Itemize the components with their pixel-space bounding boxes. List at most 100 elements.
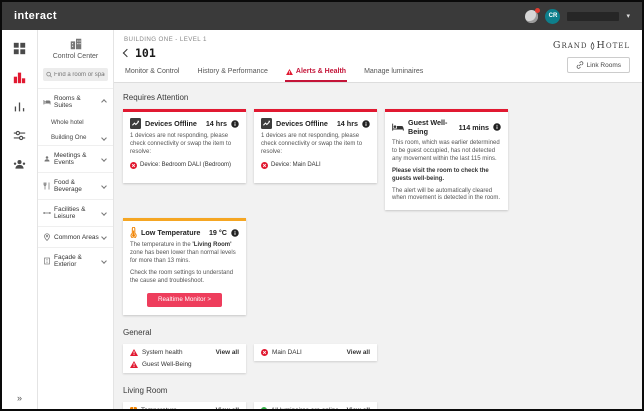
warning-icon: [130, 349, 138, 356]
info-icon[interactable]: [231, 120, 239, 128]
tab-manage-luminaires[interactable]: Manage luminaires: [363, 60, 424, 82]
view-all-link[interactable]: View all: [347, 349, 370, 356]
tab-history-performance[interactable]: History & Performance: [196, 60, 268, 82]
error-icon: [261, 162, 268, 169]
alert-cards-row: Devices Offline 14 hrs 1 devices are not…: [123, 109, 633, 210]
sidebar-item-whole-hotel[interactable]: Whole hotel: [38, 115, 113, 130]
summary-row-label: Guest Well-Being: [142, 361, 192, 368]
alert-card-title: Devices Offline: [145, 119, 202, 128]
view-all-link[interactable]: View all: [216, 407, 239, 409]
temperature-alert-icon: [130, 407, 137, 409]
sidebar-title: Control Center: [42, 53, 109, 60]
notifications-icon[interactable]: [525, 10, 538, 23]
alert-card-guest-wellbeing: Guest Well-Being 114 mins This room, whi…: [385, 109, 508, 210]
hotel-logo-ornament-icon: [589, 41, 596, 51]
alert-body: Check the room settings to understand th…: [130, 270, 239, 286]
summary-row-temperature: Temperature: [130, 407, 177, 409]
error-icon: [130, 162, 137, 169]
control-center-icon[interactable]: [12, 69, 28, 85]
topbar: interact CR ▾: [2, 2, 642, 30]
alert-body-zone: 'Living Room': [192, 242, 231, 248]
sidebar-header: Control Center: [38, 30, 113, 65]
device-label: Device: Main DALI: [271, 162, 321, 168]
tab-alerts-health[interactable]: Alerts & Health: [285, 60, 347, 82]
tab-monitor-control[interactable]: Monitor & Control: [124, 60, 180, 82]
reports-chart-icon[interactable]: [12, 98, 28, 114]
topbar-user-area: CR ▾: [525, 9, 630, 24]
alert-body-emphasis: Please visit the room to check the guest…: [392, 168, 501, 184]
sidebar-item-meetings-events[interactable]: Meetings & Events: [38, 145, 113, 172]
alert-body: The alert will be automatically cleared …: [392, 188, 501, 204]
device-row: Device: Main DALI: [261, 162, 370, 169]
summary-row-guest-wellbeing: Guest Well-Being: [130, 361, 192, 368]
app-window: interact CR ▾: [0, 0, 644, 411]
chevron-down-icon: [101, 258, 107, 264]
device-label: Device: Bedroom DALI (Bedroom): [140, 162, 231, 168]
summary-row-luminaires-online: All luminaires are online: [261, 407, 339, 409]
dumbbell-icon: [43, 209, 51, 217]
section-title: Living Room: [123, 386, 633, 395]
sidebar-item-common-areas[interactable]: Common Areas: [38, 226, 113, 247]
devices-offline-icon: [130, 118, 141, 129]
devices-offline-icon: [261, 118, 272, 129]
settings-sliders-icon[interactable]: [12, 127, 28, 143]
view-all-link[interactable]: View all: [216, 349, 239, 368]
summary-card-main-dali: Main DALI View all: [254, 344, 377, 361]
summary-card-general-health: System health Guest Well-Being View all: [123, 344, 246, 373]
info-icon[interactable]: [231, 229, 239, 237]
sidebar-item-facilities-leisure[interactable]: Facilities & Leisure: [38, 199, 113, 226]
search-box[interactable]: [43, 68, 108, 81]
users-icon[interactable]: [12, 156, 28, 172]
alert-body: The temperature in the 'Living Room' zon…: [130, 242, 239, 266]
warning-icon: [286, 69, 293, 75]
sidebar-item-facade-exterior[interactable]: Façade & Exterior: [38, 247, 113, 274]
summary-row-label: System health: [142, 349, 183, 356]
realtime-monitor-button[interactable]: Realtime Monitor >: [147, 293, 222, 307]
interact-logo: interact: [14, 10, 57, 22]
summary-row-system-health: System health: [130, 349, 192, 356]
online-status-icon: [261, 407, 267, 409]
sidebar-subitem-label: Whole hotel: [51, 119, 108, 126]
map-pin-icon: [43, 233, 51, 241]
bed-icon: [43, 98, 51, 106]
chevron-down-icon: [101, 156, 107, 162]
back-icon[interactable]: [123, 49, 131, 57]
info-icon[interactable]: [362, 120, 370, 128]
link-icon: [576, 61, 584, 69]
alert-temperature: 19 °C: [209, 228, 227, 237]
collapse-sidebar-icon[interactable]: »: [17, 393, 22, 403]
chevron-down-icon: [101, 234, 107, 240]
sidebar-item-label: Food & Beverage: [54, 179, 99, 193]
link-rooms-button[interactable]: Link Rooms: [567, 57, 630, 73]
summary-card-luminaires-online: All luminaires are online View all: [254, 402, 377, 409]
section-title-requires-attention: Requires Attention: [123, 93, 633, 102]
sidebar-item-food-beverage[interactable]: Food & Beverage: [38, 172, 113, 199]
alert-card-devices-offline-main: Devices Offline 14 hrs 1 devices are not…: [254, 109, 377, 183]
section-title: General: [123, 328, 633, 337]
user-menu-chevron-down-icon[interactable]: ▾: [626, 12, 630, 20]
summary-row-label: Main DALI: [272, 349, 302, 356]
info-icon[interactable]: [493, 123, 501, 131]
alert-cards-row-2: Low Temperature 19 °C The temperature in…: [123, 218, 633, 315]
thermometer-icon: [130, 227, 137, 238]
error-icon: [261, 349, 268, 356]
chevron-down-icon: [101, 135, 107, 141]
sidebar-item-rooms-suites[interactable]: Rooms & Suites: [38, 88, 113, 115]
view-all-link[interactable]: View all: [347, 407, 370, 409]
sidebar-item-label: Common Areas: [54, 234, 99, 241]
user-avatar[interactable]: CR: [545, 9, 560, 24]
search-input[interactable]: [54, 72, 105, 78]
sidebar-item-building-one[interactable]: Building One: [38, 130, 113, 145]
user-name: [567, 12, 619, 21]
alert-card-title: Guest Well-Being: [408, 118, 455, 136]
sidebar-item-label: Rooms & Suites: [54, 95, 99, 109]
main-panel: BUILDING ONE - LEVEL 1 101 Grand Hotel L…: [114, 30, 642, 409]
sidebar-item-label: Meetings & Events: [54, 152, 99, 166]
sidebar: Control Center Rooms & Suites Whole hote…: [38, 30, 114, 409]
dashboard-icon[interactable]: [12, 40, 28, 56]
alert-card-title: Devices Offline: [276, 119, 333, 128]
alert-body: This room, which was earlier determined …: [392, 140, 501, 164]
chevron-up-icon: [101, 99, 107, 105]
sidebar-item-label: Façade & Exterior: [54, 254, 99, 268]
link-rooms-label: Link Rooms: [587, 62, 621, 69]
